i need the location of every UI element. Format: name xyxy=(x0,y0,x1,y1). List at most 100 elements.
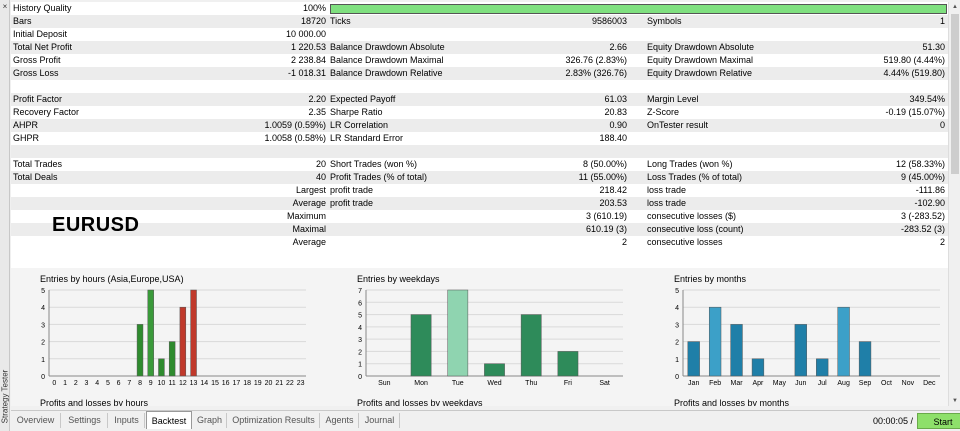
chart-title-profits-weekdays: Profits and losses by weekdays xyxy=(357,398,483,406)
x-tick-label: Sep xyxy=(859,380,872,387)
bar xyxy=(179,306,187,377)
chart-svg: 0 1 2 3 4 5 6 7 Sun Mon Tue Wed Thu Fri Sat xyxy=(358,288,623,387)
stat-value: 1 220.53 xyxy=(290,42,326,52)
stat-value xyxy=(791,132,945,145)
stat-value: Average xyxy=(292,198,326,208)
chart-title-profits-months: Profits and losses by months xyxy=(674,398,790,406)
stats-row: Gross Profit 2 238.84 Balance Drawdown Max… xyxy=(11,54,948,67)
bar xyxy=(730,324,743,377)
stat-value: 2 xyxy=(939,237,945,247)
tab-settings[interactable]: Settings xyxy=(62,413,108,428)
bar xyxy=(708,306,722,377)
stat-value: 3 (-283.52) xyxy=(900,211,945,221)
stat-value: 203.53 xyxy=(599,198,627,208)
x-tick-label: 18 xyxy=(243,380,251,387)
stats-row: Profit Factor 2.20 Expected Payoff 61.03 Mar… xyxy=(11,93,948,106)
stat-value: 11 (55.00%) xyxy=(578,172,627,182)
tab-overview[interactable]: Overview xyxy=(11,413,61,428)
bar xyxy=(147,289,154,377)
stats-row xyxy=(11,80,948,93)
scrollbar-thumb[interactable] xyxy=(951,14,959,174)
bar xyxy=(557,351,579,377)
stat-value: Largest xyxy=(295,185,326,195)
y-tick-label: 4 xyxy=(41,305,45,312)
x-tick-label: 2 xyxy=(74,380,78,387)
stats-row: Recovery Factor 2.35 Sharpe Ratio 20.83 Z-Sc… xyxy=(11,106,948,119)
x-tick-label: 1 xyxy=(63,380,67,387)
bar xyxy=(190,289,197,377)
stat-value: 2.35 xyxy=(308,107,326,117)
stat-value: 2.83% (326.76) xyxy=(565,68,627,78)
stat-value: 8 (50.00%) xyxy=(582,159,627,169)
tab-graph[interactable]: Graph xyxy=(193,413,227,428)
history-quality-row: History Quality 100% xyxy=(11,2,948,15)
x-tick-label: Oct xyxy=(881,380,892,387)
y-tick-label: 6 xyxy=(358,300,362,307)
stats-row: Bars 18720 Ticks 9586003 Symbols 1 xyxy=(11,15,948,28)
stats-row: Total Net Profit 1 220.53 Balance Drawdown… xyxy=(11,41,948,54)
y-tick-label: 1 xyxy=(358,362,362,369)
chart-title-profits-hours: Profits and losses by hours xyxy=(40,398,149,406)
stats-row: Maximum 3 (610.19) consecutive losses ($) 3… xyxy=(11,210,948,223)
backtest-report: History Quality 100% Bars 18720 Ticks 95860… xyxy=(11,2,948,406)
bar xyxy=(816,358,829,377)
stat-value: -111.86 xyxy=(915,185,945,195)
charts-area: Entries by hours (Asia,Europe,USA) 01234… xyxy=(11,268,948,406)
stats-row: Maximal 610.19 (3) consecutive loss (count… xyxy=(11,223,948,236)
stat-value: 2.20 xyxy=(308,94,326,104)
stat-value xyxy=(791,145,945,158)
stat-value xyxy=(791,80,945,93)
stat-value: 0.90 xyxy=(609,120,627,130)
symbol-label: EURUSD xyxy=(52,214,140,236)
tab-inputs[interactable]: Inputs xyxy=(109,413,145,428)
stat-value: 51.30 xyxy=(922,42,945,52)
history-quality-value: 100% xyxy=(302,3,326,13)
stat-value xyxy=(471,145,627,158)
history-quality-label: History Quality xyxy=(13,3,72,13)
tab-agents[interactable]: Agents xyxy=(321,413,359,428)
x-tick-label: 17 xyxy=(232,380,240,387)
report-scrollbar[interactable]: ▲ ▼ xyxy=(948,2,960,406)
bar xyxy=(158,358,165,377)
x-tick-label: Jul xyxy=(818,380,827,387)
bar xyxy=(168,341,176,377)
stats-row: Average 2 consecutive losses 2 xyxy=(11,236,948,249)
x-tick-label: 19 xyxy=(254,380,262,387)
chart-svg: 0123450 1 2 3 4 5 6 7 8 9 10 11 12 13 14 15 16 17 18 19 20 21… xyxy=(41,288,306,387)
y-tick-label: 3 xyxy=(675,322,679,329)
close-icon[interactable]: × xyxy=(1,3,9,11)
scroll-up-icon[interactable]: ▲ xyxy=(949,2,960,12)
stat-value: -0.19 (15.07%) xyxy=(885,107,945,117)
stats-row: Gross Loss -1 018.31 Balance Drawdown Rela… xyxy=(11,67,948,80)
stat-value: 12 (58.33%) xyxy=(895,159,945,169)
stat-value: 2 xyxy=(621,237,627,247)
y-tick-label: 2 xyxy=(675,340,679,347)
stat-value: 610.19 (3) xyxy=(585,224,627,234)
stat-value: 218.42 xyxy=(599,185,627,195)
tab-journal[interactable]: Journal xyxy=(360,413,400,428)
x-tick-label: Feb xyxy=(709,380,721,387)
scroll-down-icon[interactable]: ▼ xyxy=(949,396,960,406)
strategy-tester-side-tab[interactable]: × Strategy Tester xyxy=(0,0,10,431)
bar xyxy=(794,324,807,377)
y-tick-label: 0 xyxy=(675,374,679,381)
tab-backtest[interactable]: Backtest xyxy=(146,411,192,429)
y-tick-label: 7 xyxy=(358,288,362,295)
stat-value: 519.80 (4.44%) xyxy=(883,55,945,65)
stat-value: 40 xyxy=(315,172,326,182)
start-button[interactable]: Start xyxy=(917,413,960,429)
stat-value: 349.54% xyxy=(909,94,945,104)
chart-svg: 0 1 2 3 4 5 Jan Feb Mar Apr May Jun Jul Aug Sep Oct Nov D… xyxy=(675,288,940,387)
stat-value: -102.90 xyxy=(914,198,945,208)
stat-value: 9586003 xyxy=(591,16,627,26)
stats-row: AHPR 1.0059 (0.59%) LR Correlation 0.90 OnTe… xyxy=(11,119,948,132)
x-tick-label: Mar xyxy=(731,380,744,387)
x-tick-label: 5 xyxy=(106,380,110,387)
x-tick-label: 10 xyxy=(158,380,166,387)
stat-value: 9 (45.00%) xyxy=(900,172,945,182)
x-tick-label: 6 xyxy=(117,380,121,387)
tab-optimization-results[interactable]: Optimization Results xyxy=(228,413,320,428)
stat-value: 20.83 xyxy=(604,107,627,117)
y-tick-label: 1 xyxy=(41,357,45,364)
bar xyxy=(687,341,700,377)
